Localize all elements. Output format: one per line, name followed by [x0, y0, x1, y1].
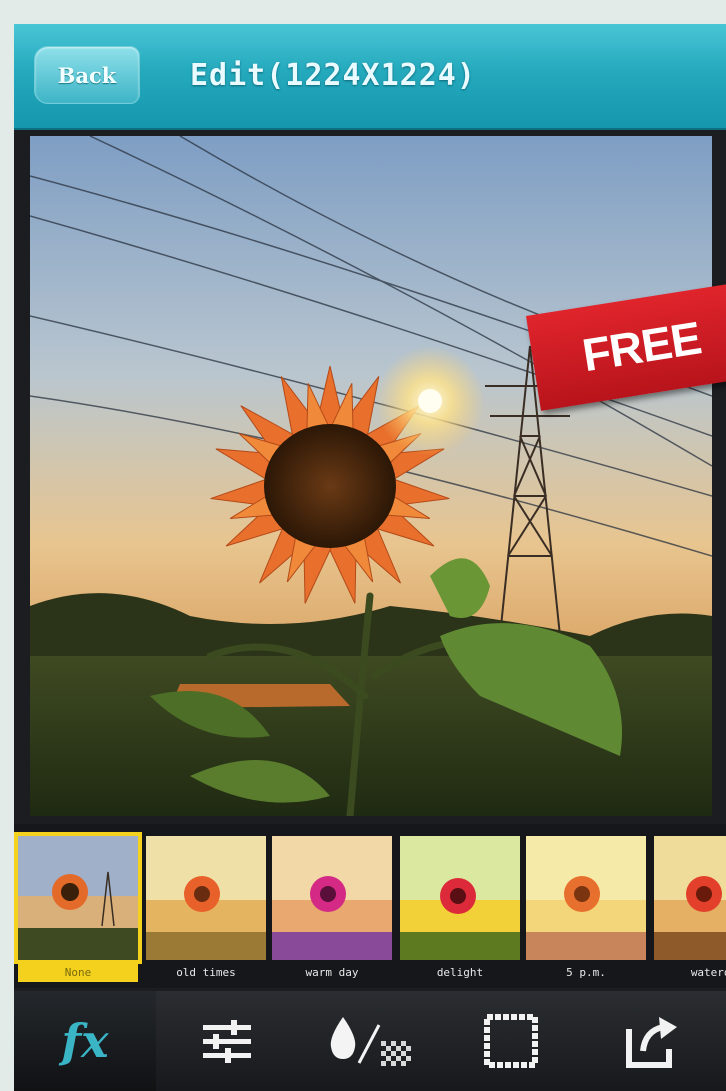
filter-label: 5 p.m.: [566, 966, 606, 979]
fx-icon: fx: [61, 1014, 109, 1068]
filter-thumbnail: [526, 836, 646, 960]
filter-label: delight: [436, 966, 484, 979]
filter-old-times[interactable]: old times: [146, 836, 266, 981]
frame-border-icon: [484, 1014, 538, 1068]
filter-none[interactable]: None: [14, 832, 142, 982]
filter-thumbnail: [14, 832, 142, 964]
filter-label: None: [18, 964, 138, 982]
back-button[interactable]: Back: [34, 46, 140, 104]
bottom-toolbar: fx: [14, 991, 726, 1091]
photo-preview: [30, 136, 712, 816]
filter-label: warm day: [305, 966, 359, 979]
filter-label: wateroo: [690, 966, 726, 979]
drop-texture-icon: [330, 1017, 411, 1066]
phone-screen: Back Edit(1224X1224) FREE None old times…: [14, 24, 726, 1091]
filter-strip[interactable]: None old times warm day delight 5 p.m. w…: [14, 824, 726, 988]
filter-5pm[interactable]: 5 p.m.: [526, 836, 646, 981]
filter-thumbnail: [146, 836, 266, 960]
filter-label: old times: [176, 966, 236, 979]
page-title: Edit(1224X1224): [190, 58, 476, 93]
filter-thumbnail: [272, 836, 392, 960]
filter-wateroo[interactable]: wateroo: [654, 836, 726, 981]
share-export-icon: [626, 1017, 677, 1068]
adjust-sliders-icon: [203, 1020, 251, 1063]
share-tab[interactable]: [582, 991, 724, 1091]
filter-thumbnail: [400, 836, 520, 960]
nav-header: Back Edit(1224X1224): [14, 24, 726, 130]
adjust-tab[interactable]: [156, 991, 298, 1091]
sunflower-photo: [30, 136, 712, 816]
fx-tab[interactable]: fx: [14, 991, 156, 1091]
frame-tab[interactable]: [440, 991, 582, 1091]
filter-delight[interactable]: delight: [400, 836, 520, 981]
filter-warm-day[interactable]: warm day: [272, 836, 392, 981]
filter-thumbnail: [654, 836, 726, 960]
texture-tab[interactable]: [298, 991, 440, 1091]
